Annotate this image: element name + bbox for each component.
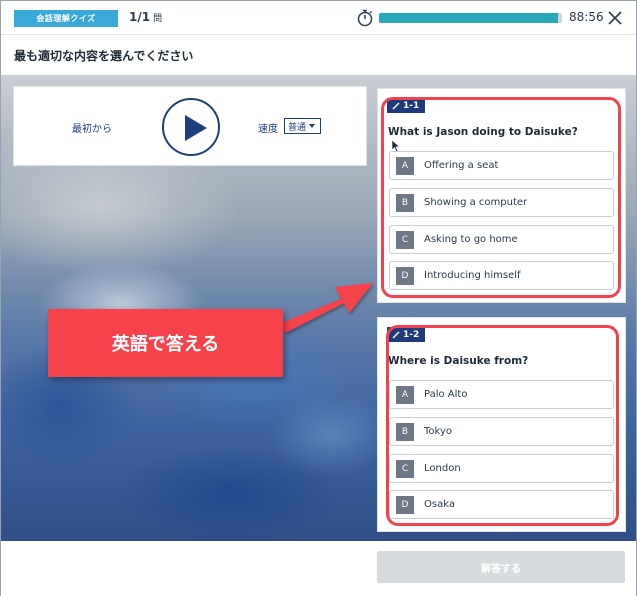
highlight-box: [381, 97, 621, 298]
question-counter: 1/1 問: [129, 10, 162, 24]
timer-readout: 88:56: [569, 10, 604, 24]
play-icon: [185, 115, 207, 141]
submit-button[interactable]: 解答する: [377, 551, 625, 583]
stopwatch-icon: [357, 9, 373, 27]
instruction-text: 最も適切な内容を選んでください: [14, 49, 194, 63]
speed-label: 速度: [258, 124, 278, 135]
highlight-box: [386, 325, 619, 526]
footer-bar: 解答する: [1, 541, 636, 596]
time-progress-fill: [379, 13, 559, 23]
header-bar: 会話理解クイズ 1/1 問 88:56: [1, 1, 636, 35]
question-counter-value: 1/1: [129, 10, 151, 24]
chevron-down-icon: [309, 124, 316, 128]
callout-label: 英語で答える: [48, 309, 283, 377]
mouse-cursor-icon: [391, 139, 401, 153]
speed-select[interactable]: 普通: [284, 118, 321, 134]
time-progress-bar: [379, 13, 562, 23]
quiz-type-tag: 会話理解クイズ: [14, 10, 118, 27]
close-icon[interactable]: [606, 9, 624, 27]
question-counter-unit: 問: [153, 14, 163, 24]
restart-button[interactable]: 最初から: [72, 120, 112, 135]
speed-select-value: 普通: [288, 122, 307, 133]
quiz-window: 会話理解クイズ 1/1 問 88:56 最も適切な内容を選んでください 最初から…: [0, 0, 637, 596]
audio-player: 最初から 速度 普通: [13, 86, 367, 166]
play-button[interactable]: [162, 98, 220, 156]
